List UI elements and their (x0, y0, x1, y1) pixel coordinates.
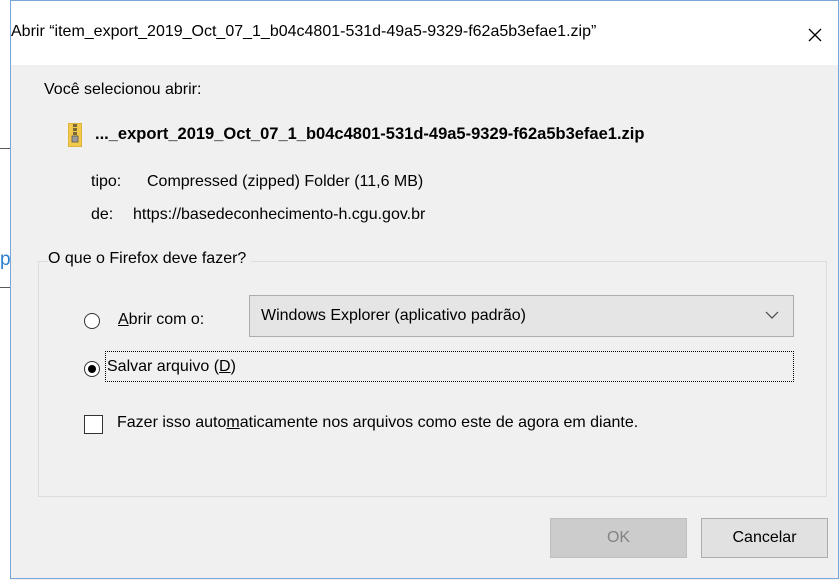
radio-selected-dot (88, 365, 96, 373)
background-window: p (0, 0, 11, 580)
ok-button[interactable]: OK (550, 518, 687, 558)
selection-prompt: Você selecionou abrir: (44, 81, 202, 98)
zip-file-icon (68, 123, 82, 147)
action-groupbox-legend: O que o Firefox deve fazer? (48, 250, 252, 268)
title-bar: Abrir “item_export_2019_Oct_07_1_b04c480… (11, 1, 838, 65)
window-title: Abrir “item_export_2019_Oct_07_1_b04c480… (11, 23, 597, 40)
source-label: de: (91, 206, 114, 223)
remember-choice-checkbox[interactable] (84, 415, 103, 434)
chevron-down-icon (765, 311, 779, 319)
file-type-value: Compressed (zipped) Folder (11,6 MB) (147, 173, 424, 190)
file-name: ..._export_2019_Oct_07_1_b04c4801-531d-4… (95, 125, 645, 143)
open-with-app-value: Windows Explorer (aplicativo padrão) (261, 307, 526, 324)
cancel-button[interactable]: Cancelar (701, 518, 828, 558)
source-url: https://basedeconhecimento-h.cgu.gov.br (133, 206, 426, 223)
background-text-fragment: p (0, 249, 11, 270)
background-divider (0, 148, 10, 149)
file-type-label: tipo: (91, 173, 122, 190)
close-icon (808, 28, 822, 42)
close-button[interactable] (792, 15, 838, 55)
open-with-app-select[interactable]: Windows Explorer (aplicativo padrão) (249, 295, 794, 337)
open-file-dialog: Abrir “item_export_2019_Oct_07_1_b04c480… (10, 0, 839, 579)
remember-choice-label[interactable]: Fazer isso automaticamente nos arquivos … (117, 414, 638, 432)
save-file-label[interactable]: Salvar arquivo (D) (107, 358, 236, 376)
background-divider (0, 287, 10, 288)
open-with-radio[interactable] (84, 313, 100, 329)
open-with-label[interactable]: Abrir com o: (118, 311, 204, 329)
save-file-radio[interactable] (84, 361, 100, 377)
